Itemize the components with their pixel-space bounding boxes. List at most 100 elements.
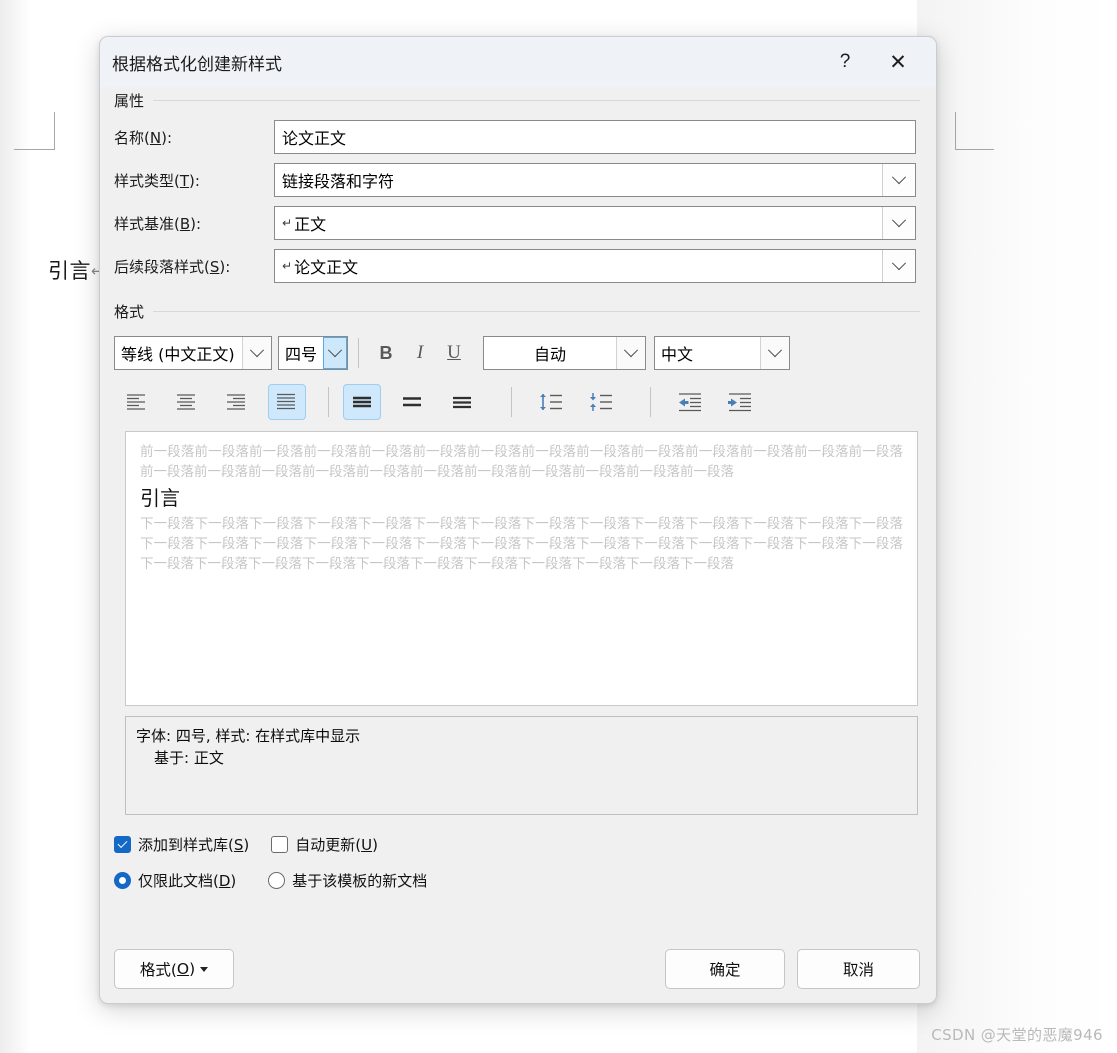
dialog-title: 根据格式化创建新样式	[112, 54, 282, 75]
description-line-2: 基于: 正文	[154, 749, 224, 767]
this-doc-label-key: D	[218, 871, 231, 890]
line-spacing-single-button[interactable]	[343, 384, 381, 420]
auto-update-label-prefix: 自动更新(	[295, 835, 362, 854]
style-description-box: 字体: 四号, 样式: 在样式库中显示 基于: 正文	[125, 716, 918, 815]
toolbar-separator	[650, 387, 651, 417]
add-to-gallery-label-key: S	[233, 835, 244, 854]
next-style-label-suffix: ):	[219, 257, 231, 276]
this-doc-label-prefix: 仅限此文档(	[138, 871, 219, 890]
next-style-value: ↵ 论文正文	[275, 254, 358, 278]
align-right-button[interactable]	[218, 384, 256, 420]
chevron-down-icon[interactable]	[242, 337, 271, 369]
underline-button[interactable]: U	[437, 336, 471, 370]
cancel-button[interactable]: 取消	[797, 949, 920, 989]
radio-unselected-icon	[268, 871, 286, 889]
chevron-down-icon[interactable]	[882, 207, 915, 239]
font-toolbar: 等线 (中文正文) 四号 B I U 自动 中文	[114, 334, 936, 372]
chevron-down-icon[interactable]	[882, 164, 915, 196]
align-left-button[interactable]	[118, 384, 156, 420]
line-spacing-double-button[interactable]	[443, 384, 481, 420]
add-to-gallery-label-suffix: )	[243, 835, 250, 854]
new-documents-from-template-radio[interactable]: 基于该模板的新文档	[268, 870, 427, 891]
close-icon[interactable]: ✕	[880, 44, 916, 80]
style-type-combobox[interactable]: 链接段落和字符	[274, 163, 916, 197]
name-label-prefix: 名称(	[114, 128, 150, 147]
bold-button[interactable]: B	[369, 336, 403, 370]
decrease-paragraph-spacing-button[interactable]	[582, 384, 620, 420]
description-line-1: 字体: 四号, 样式: 在样式库中显示	[136, 727, 361, 745]
format-button-prefix: 格式(	[139, 961, 177, 979]
properties-group-header: 属性	[108, 87, 920, 113]
dialog-titlebar[interactable]: 根据格式化创建新样式 ? ✕	[100, 37, 936, 87]
font-size-value: 四号	[285, 345, 318, 364]
name-label: 名称(N):	[114, 127, 274, 148]
italic-button[interactable]: I	[403, 336, 437, 370]
style-type-label-prefix: 样式类型(	[114, 171, 180, 190]
align-center-button[interactable]	[168, 384, 206, 420]
caret-down-icon	[200, 966, 209, 972]
margin-mark-top-right	[955, 112, 994, 150]
font-name-combobox[interactable]: 等线 (中文正文)	[114, 336, 272, 370]
next-style-combobox[interactable]: ↵ 论文正文	[274, 249, 916, 283]
csdn-watermark: CSDN @天堂的恶魔946	[931, 1026, 1103, 1044]
style-basis-label-prefix: 样式基准(	[114, 214, 180, 233]
chevron-down-icon[interactable]	[323, 337, 347, 369]
style-name-input[interactable]: 论文正文	[274, 120, 916, 154]
help-icon[interactable]: ?	[827, 44, 863, 80]
name-label-suffix: ):	[161, 128, 172, 147]
radio-options-row: 仅限此文档(D) 基于该模板的新文档	[114, 865, 936, 895]
increase-paragraph-spacing-button[interactable]	[532, 384, 570, 420]
font-color-combobox[interactable]: 自动	[483, 336, 646, 370]
radio-selected-icon	[114, 871, 131, 889]
create-new-style-dialog: 根据格式化创建新样式 ? ✕ 属性 名称(N): 论文正文 样式类型(T): 链…	[99, 36, 937, 1004]
checkbox-options-row: 添加到样式库(S) 自动更新(U)	[114, 829, 936, 859]
style-type-label-suffix: ):	[189, 171, 200, 190]
font-size-combobox[interactable]: 四号	[278, 336, 348, 370]
auto-update-label: 自动更新(U)	[295, 834, 378, 855]
auto-update-label-suffix: )	[372, 835, 378, 854]
font-name-value: 等线 (中文正文)	[121, 345, 235, 364]
next-style-label: 后续段落样式(S):	[114, 256, 274, 277]
empty-checkbox-icon	[271, 835, 289, 853]
document-heading: 引言↵	[48, 255, 104, 285]
format-divider	[153, 310, 920, 312]
style-basis-combobox[interactable]: ↵ 正文	[274, 206, 916, 240]
paragraph-mark-icon: ↵	[282, 259, 293, 273]
margin-mark-top-left	[14, 112, 55, 150]
toolbar-separator	[328, 387, 329, 417]
next-style-label-prefix: 后续段落样式(	[114, 257, 210, 276]
format-menu-button[interactable]: 格式(O)	[114, 949, 234, 989]
preview-heading: 引言	[140, 486, 180, 510]
language-combobox[interactable]: 中文	[654, 336, 790, 370]
style-name-value: 论文正文	[282, 129, 347, 148]
page-shadow-right	[917, 0, 1117, 1053]
format-button-key: O	[176, 960, 190, 978]
chevron-down-icon[interactable]	[616, 337, 645, 369]
line-spacing-1-5-button[interactable]	[393, 384, 431, 420]
next-style-label-key: S	[209, 257, 220, 276]
ok-button[interactable]: 确定	[665, 949, 785, 989]
chevron-down-icon[interactable]	[882, 250, 915, 282]
style-basis-label-key: B	[179, 214, 191, 233]
format-button-suffix: )	[189, 960, 196, 978]
toolbar-separator	[511, 387, 512, 417]
checkmark-icon	[114, 835, 131, 853]
format-group-header: 格式	[108, 298, 920, 324]
toolbar-separator	[358, 338, 359, 368]
preview-before-text: 前一段落前一段落前一段落前一段落前一段落前一段落前一段落前一段落前一段落前一段落…	[140, 444, 903, 480]
increase-indent-button[interactable]	[721, 384, 759, 420]
new-documents-label: 基于该模板的新文档	[292, 871, 428, 890]
align-justify-button[interactable]	[268, 384, 306, 420]
decrease-indent-button[interactable]	[671, 384, 709, 420]
property-row-name: 名称(N): 论文正文	[114, 119, 916, 155]
style-type-label-key: T	[179, 171, 190, 190]
next-style-value-text: 论文正文	[294, 258, 359, 277]
auto-update-checkbox[interactable]: 自动更新(U)	[271, 834, 378, 855]
chevron-down-icon[interactable]	[760, 337, 789, 369]
dialog-footer: 格式(O) 确定 取消	[100, 949, 936, 989]
this-doc-label-suffix: )	[230, 871, 237, 890]
this-document-only-radio[interactable]: 仅限此文档(D)	[114, 870, 236, 891]
page-shadow-left	[0, 0, 30, 1053]
add-to-gallery-checkbox[interactable]: 添加到样式库(S)	[114, 834, 249, 855]
style-type-value: 链接段落和字符	[282, 172, 395, 191]
